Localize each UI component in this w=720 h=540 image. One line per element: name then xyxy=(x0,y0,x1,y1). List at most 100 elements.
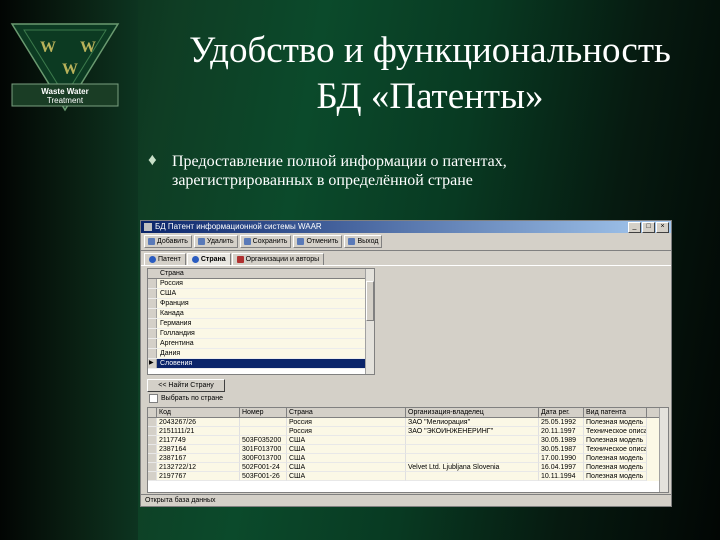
cell-number[interactable]: 503F001-26 xyxy=(240,472,287,481)
country-row[interactable]: Канада xyxy=(148,309,374,319)
cell-country[interactable]: Россия xyxy=(287,427,406,436)
row-indicator xyxy=(148,309,157,318)
cell-number[interactable]: 301F013700 xyxy=(240,445,287,454)
cell-date[interactable]: 30.05.1987 xyxy=(539,445,584,454)
globe-icon xyxy=(191,256,199,263)
cell-code[interactable]: 2117749 xyxy=(157,436,240,445)
cell-country[interactable]: США xyxy=(287,436,406,445)
cell-date[interactable]: 10.11.1994 xyxy=(539,472,584,481)
table-row[interactable]: 2132722/12 502F001-24 США Velvet Ltd. Ljubl… xyxy=(148,463,668,472)
cell-country[interactable]: США xyxy=(287,463,406,472)
row-indicator xyxy=(148,299,157,308)
find-country-button[interactable]: << Найти Страну xyxy=(147,379,225,392)
tab-country[interactable]: Страна xyxy=(186,253,231,265)
cell-owner[interactable] xyxy=(406,472,539,481)
country-name: США xyxy=(160,290,177,297)
country-row[interactable]: Словения xyxy=(148,359,374,369)
svg-text:Treatment: Treatment xyxy=(47,96,84,105)
cell-owner[interactable] xyxy=(406,436,539,445)
minimize-button[interactable]: _ xyxy=(628,222,641,233)
toolbar-delete-button[interactable]: Удалить xyxy=(193,235,238,248)
cell-date[interactable]: 16.04.1997 xyxy=(539,463,584,472)
scrollbar-thumb[interactable] xyxy=(366,281,374,321)
table-row[interactable]: 2387167 300F013700 США 17.00.1990 Полезная м… xyxy=(148,454,668,463)
cell-code[interactable]: 2387167 xyxy=(157,454,240,463)
cell-number[interactable]: 502F001-24 xyxy=(240,463,287,472)
grid-header-owner[interactable]: Организация-владелец xyxy=(406,408,539,417)
cell-date[interactable]: 20.11.1997 xyxy=(539,427,584,436)
cell-owner[interactable] xyxy=(406,454,539,463)
cell-number[interactable] xyxy=(240,427,287,436)
cell-type[interactable]: Полезная модель xyxy=(584,418,647,427)
cell-code[interactable]: 2197767 xyxy=(157,472,240,481)
bullet-text: Предоставление полной информации о патен… xyxy=(172,152,692,190)
toolbar: Добавить Удалить Сохранить Отменить Выхо… xyxy=(141,233,671,251)
toolbar-cancel-button[interactable]: Отменить xyxy=(293,235,343,248)
cell-code[interactable]: 2387164 xyxy=(157,445,240,454)
country-row[interactable]: Россия xyxy=(148,279,374,289)
toolbar-exit-button[interactable]: Выход xyxy=(344,235,383,248)
cell-owner[interactable]: ЗАО "Мелиорация" xyxy=(406,418,539,427)
cell-code[interactable]: 2151111/21 xyxy=(157,427,240,436)
grid-scrollbar[interactable] xyxy=(659,408,668,492)
bullet-text-line2: зарегистрированных в определённой стране xyxy=(172,172,473,189)
grid-header-type[interactable]: Вид патента xyxy=(584,408,647,417)
country-row[interactable]: Голландия xyxy=(148,329,374,339)
country-row[interactable]: Франция xyxy=(148,299,374,309)
country-row[interactable]: Германия xyxy=(148,319,374,329)
cell-number[interactable]: 503F035200 xyxy=(240,436,287,445)
maximize-button[interactable]: □ xyxy=(642,222,655,233)
country-row[interactable]: Дания xyxy=(148,349,374,359)
cell-type[interactable]: Полезная модель xyxy=(584,463,647,472)
patent-tab-icon xyxy=(149,256,156,263)
delete-icon xyxy=(197,238,205,245)
cell-type[interactable]: Техническое описание xyxy=(584,445,647,454)
country-row[interactable]: Аргентина xyxy=(148,339,374,349)
window-titlebar[interactable]: БД Патент информационной системы WAAR _ … xyxy=(141,221,671,233)
grid-header: Код Номер Страна Организация-владелец Да… xyxy=(148,408,668,418)
cell-country[interactable]: Россия xyxy=(287,418,406,427)
cell-date[interactable]: 17.00.1990 xyxy=(539,454,584,463)
cell-date[interactable]: 25.05.1992 xyxy=(539,418,584,427)
cell-date[interactable]: 30.05.1989 xyxy=(539,436,584,445)
cell-owner[interactable] xyxy=(406,445,539,454)
table-row[interactable]: 2151111/21 Россия ЗАО "ЭКОИНЖЕНЕРИНГ" 20.11… xyxy=(148,427,668,436)
table-row[interactable]: 2043267/26 Россия ЗАО "Мелиорация" 25.05.19… xyxy=(148,418,668,427)
country-list-scrollbar[interactable] xyxy=(365,269,374,374)
cell-number[interactable] xyxy=(240,418,287,427)
table-row[interactable]: 2197767 503F001-26 США 10.11.1994 Полезная м… xyxy=(148,472,668,481)
grid-header-country[interactable]: Страна xyxy=(287,408,406,417)
checkbox-box[interactable] xyxy=(149,394,158,403)
close-button[interactable]: × xyxy=(656,222,669,233)
status-bar: Открыта база данных xyxy=(141,494,671,506)
toolbar-add-button[interactable]: Добавить xyxy=(144,235,192,248)
cell-country[interactable]: США xyxy=(287,454,406,463)
cell-type[interactable]: Полезная модель xyxy=(584,436,647,445)
tab-strip: Патент Страна Организации и авторы xyxy=(141,251,671,265)
cell-type[interactable]: Полезная модель xyxy=(584,454,647,463)
cell-type[interactable]: Техническое описание xyxy=(584,427,647,436)
country-name: Россия xyxy=(160,280,183,287)
cell-owner[interactable]: ЗАО "ЭКОИНЖЕНЕРИНГ" xyxy=(406,427,539,436)
cell-type[interactable]: Полезная модель xyxy=(584,472,647,481)
cell-country[interactable]: США xyxy=(287,472,406,481)
tab-patent[interactable]: Патент xyxy=(144,253,186,265)
cell-country[interactable]: США xyxy=(287,445,406,454)
tab-organizations[interactable]: Организации и авторы xyxy=(231,253,325,265)
table-row[interactable]: 2387164 301F013700 США 30.05.1987 Техническо… xyxy=(148,445,668,454)
row-indicator xyxy=(148,418,157,427)
grid-header-code[interactable]: Код xyxy=(157,408,240,417)
cell-number[interactable]: 300F013700 xyxy=(240,454,287,463)
grid-header-date[interactable]: Дата рег. xyxy=(539,408,584,417)
table-row[interactable]: 2117749 503F035200 США 30.05.1989 Полезная м… xyxy=(148,436,668,445)
country-name: Словения xyxy=(160,360,193,367)
grid-header-number[interactable]: Номер xyxy=(240,408,287,417)
country-name: Аргентина xyxy=(160,340,194,347)
cell-code[interactable]: 2132722/12 xyxy=(157,463,240,472)
toolbar-save-button[interactable]: Сохранить xyxy=(239,235,292,248)
filter-by-country-checkbox[interactable]: Выбрать по стране xyxy=(149,394,223,403)
cell-owner[interactable]: Velvet Ltd. Ljubljana Slovenia xyxy=(406,463,539,472)
country-row[interactable]: США xyxy=(148,289,374,299)
app-window: БД Патент информационной системы WAAR _ … xyxy=(140,220,672,507)
cell-code[interactable]: 2043267/26 xyxy=(157,418,240,427)
